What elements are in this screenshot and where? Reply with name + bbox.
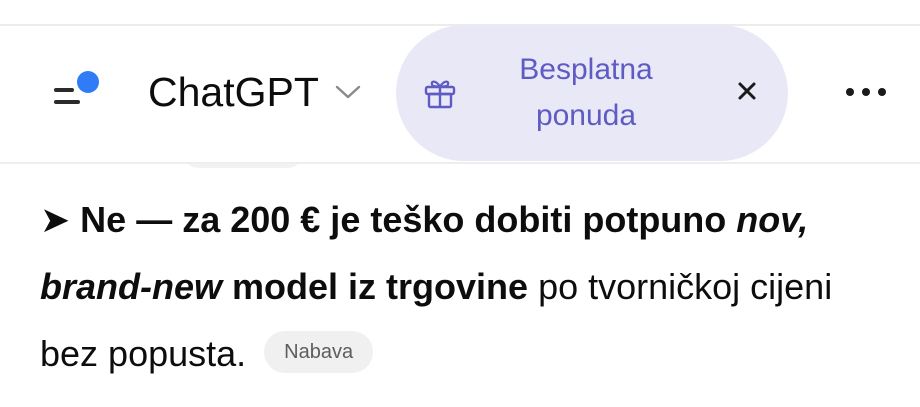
free-offer-label-line1: Besplatna <box>519 53 653 86</box>
message-line-2: brand-new model iz trgovine po tvorničko… <box>40 253 900 320</box>
header-divider <box>0 162 920 164</box>
more-options-button[interactable] <box>838 74 894 110</box>
free-offer-banner[interactable]: Besplatna ponuda <box>396 25 788 161</box>
chevron-down-icon <box>335 84 361 100</box>
message-normal-text: po tvorničkoj cijeni <box>528 266 833 307</box>
message-line-1: ➤ Ne — za 200 € je teško dobiti potpuno … <box>40 186 900 253</box>
top-strip <box>0 0 920 26</box>
more-horizontal-icon <box>846 88 886 96</box>
message-italic-text: nov, <box>736 199 809 240</box>
assistant-message: ➤ Ne — za 200 € je teško dobiti potpuno … <box>40 186 900 387</box>
source-badge[interactable]: Nabava <box>264 331 374 374</box>
close-icon <box>738 82 756 100</box>
notification-dot <box>77 71 99 93</box>
offer-close-button[interactable] <box>732 76 762 106</box>
model-selector[interactable]: ChatGPT <box>148 64 361 120</box>
message-bold-text: Ne — za 200 € je teško dobiti potpuno <box>70 199 737 240</box>
message-italic-text: brand-new <box>40 266 223 307</box>
arrow-bullet: ➤ <box>40 199 71 240</box>
gift-icon <box>424 80 456 109</box>
message-normal-text: bez popusta. <box>40 333 247 374</box>
app-title: ChatGPT <box>148 68 319 115</box>
message-line-3: bez popusta. Nabava <box>40 320 900 387</box>
free-offer-label[interactable]: Besplatna ponuda <box>496 47 676 139</box>
free-offer-label-line2: ponuda <box>535 99 637 132</box>
sidebar-menu-icon <box>54 71 99 104</box>
sidebar-menu-button[interactable] <box>44 64 106 120</box>
message-bold-text: model iz trgovine <box>222 266 529 307</box>
